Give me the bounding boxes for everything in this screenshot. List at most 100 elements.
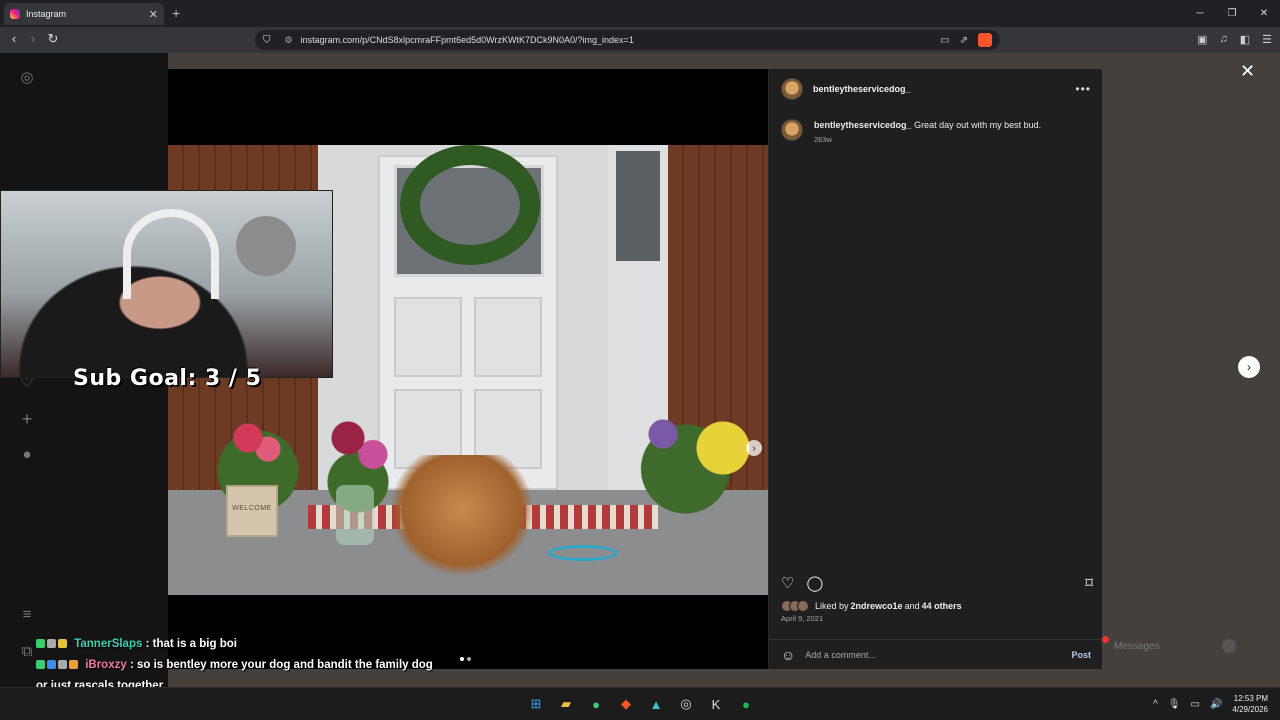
microphone — [236, 216, 296, 276]
chat-message: TannerSlaps : that is a big boi — [36, 634, 436, 655]
new-tab-button[interactable]: + — [172, 5, 180, 21]
like-icon[interactable]: ♡ — [781, 574, 794, 592]
liked-by-mid: and — [904, 601, 920, 611]
system-tray: ^ 🎙 ▭ 🔊 12:53 PM 4/29/2026 — [1153, 693, 1268, 715]
network-icon[interactable]: ▭ — [1191, 699, 1200, 710]
media-icon[interactable]: ♫ — [1219, 33, 1227, 46]
notification-dot — [1102, 636, 1109, 643]
caption-username[interactable]: bentleytheservicedog_ — [814, 120, 912, 130]
brave-browser-icon[interactable]: ◆ — [617, 695, 635, 713]
chat-text: that is a big boi — [152, 638, 237, 650]
carousel-next-icon[interactable]: › — [746, 440, 762, 456]
taskbar-apps: ⊞ ▰ ● ◆ ▲ ◎ K ● — [527, 695, 755, 713]
welcome-planter: WELCOME — [226, 485, 278, 537]
leash — [548, 545, 618, 561]
minimize-button[interactable]: ─ — [1184, 0, 1216, 27]
caption: bentleytheservicedog_ Great day out with… — [781, 119, 1041, 146]
sub-goal-text: Sub Goal: 3 / 5 — [73, 366, 262, 391]
daffodils — [618, 385, 768, 525]
liker-avatars — [781, 600, 809, 612]
forward-icon[interactable]: › — [24, 31, 42, 46]
mic-icon[interactable]: 🎙 — [1168, 699, 1181, 710]
post-date: April 9, 2021 — [781, 614, 824, 623]
browser-toolbar: ‹ › ↻ ⛉ ⚙ instagram.com/p/CNdS8xlpcmraFF… — [0, 27, 1280, 53]
comment-bar: ☺ Add a comment... Post — [769, 639, 1103, 669]
clock-time: 12:53 PM — [1233, 694, 1268, 703]
address-bar[interactable]: ⛉ ⚙ instagram.com/p/CNdS8xlpcmraFFpmt6ed… — [255, 30, 1000, 50]
post-side-panel: bentleytheservicedog_ ••• bentleytheserv… — [768, 69, 1103, 669]
sidebar-toggle-icon[interactable]: ◧ — [1240, 33, 1250, 46]
webcam-overlay — [0, 190, 333, 378]
restore-button[interactable]: ❐ — [1216, 0, 1248, 27]
liked-by-others[interactable]: 44 others — [922, 601, 962, 611]
headphones — [123, 209, 219, 299]
apps-icon[interactable]: ⧉ — [18, 643, 36, 661]
spotify-icon[interactable]: ● — [737, 695, 755, 713]
clock-date: 4/29/2026 — [1232, 705, 1268, 714]
caption-age: 263w — [814, 135, 832, 144]
chat-username: iBroxzy — [85, 659, 127, 671]
wreath — [400, 145, 540, 265]
tray-chevron-icon[interactable]: ^ — [1153, 699, 1158, 710]
toolbar-right: ▣ ♫ ◧ ☰ — [1197, 33, 1272, 46]
clock[interactable]: 12:53 PM 4/29/2026 — [1232, 693, 1268, 715]
messages-avatar — [1222, 639, 1236, 653]
chat-badges — [36, 660, 78, 670]
comment-input[interactable]: Add a comment... — [805, 650, 876, 660]
chat-sep: : — [142, 638, 153, 650]
close-icon[interactable]: ✕ — [1240, 61, 1255, 82]
save-icon[interactable]: ⌑ — [1085, 574, 1093, 592]
obs-icon[interactable]: ◎ — [677, 695, 695, 713]
chat-username: TannerSlaps — [74, 638, 143, 650]
wallet-icon[interactable]: ▣ — [1197, 33, 1207, 46]
app-blue-icon[interactable]: ▲ — [647, 695, 665, 713]
share-icon[interactable]: ⇗ — [960, 35, 968, 46]
post-actions: ♡ ◯ ⌑ — [781, 573, 1093, 593]
door-panel — [394, 297, 462, 377]
post-header: bentleytheservicedog_ ••• — [769, 69, 1103, 109]
site-info-icon[interactable]: ⚙ — [285, 35, 293, 46]
more-options-icon[interactable]: ••• — [1075, 82, 1091, 96]
window-controls: ─ ❐ ✕ — [1184, 0, 1280, 27]
caption-avatar[interactable] — [781, 119, 803, 141]
app-green-icon[interactable]: ● — [587, 695, 605, 713]
bookmark-icon[interactable]: ⛉ — [263, 35, 271, 46]
url-text[interactable]: instagram.com/p/CNdS8xlpcmraFFpmt6ed5d0W… — [301, 35, 634, 45]
create-icon[interactable]: + — [18, 409, 36, 429]
messages-label: Messages — [1114, 640, 1160, 652]
profile-avatar-icon[interactable]: ● — [18, 446, 36, 464]
tab-title: Instagram — [26, 9, 67, 19]
messages-button[interactable]: Messages — [1102, 630, 1250, 662]
app-k-icon[interactable]: K — [707, 695, 725, 713]
liked-by-user[interactable]: 2ndrewco1e — [851, 601, 903, 611]
likes-summary: Liked by 2ndrewco1e and 44 others — [781, 600, 962, 612]
file-explorer-icon[interactable]: ▰ — [557, 695, 575, 713]
browser-tab-bar: Instagram ✕ + ─ ❐ ✕ — [0, 0, 1280, 27]
post-username[interactable]: bentleytheservicedog_ — [813, 84, 911, 94]
golden-retriever — [392, 455, 532, 575]
instagram-favicon-icon — [10, 9, 20, 19]
carousel-dots — [460, 657, 471, 661]
avatar[interactable] — [781, 78, 803, 100]
more-menu-icon[interactable]: ≡ — [18, 606, 36, 624]
emoji-icon[interactable]: ☺ — [781, 647, 795, 663]
liked-by-prefix: Liked by — [815, 601, 849, 611]
start-icon[interactable]: ⊞ — [527, 695, 545, 713]
tab-close-icon[interactable]: ✕ — [149, 8, 158, 21]
windows-taskbar: ⊞ ▰ ● ◆ ▲ ◎ K ● ^ 🎙 ▭ 🔊 12:53 PM 4/29/20… — [0, 687, 1280, 720]
cast-icon[interactable]: ▭ — [940, 35, 949, 46]
tab-instagram[interactable]: Instagram ✕ — [4, 3, 164, 25]
comment-icon[interactable]: ◯ — [806, 574, 823, 592]
brave-shields-icon[interactable] — [978, 33, 992, 47]
back-icon[interactable]: ‹ — [5, 31, 23, 46]
volume-icon[interactable]: 🔊 — [1210, 699, 1222, 710]
close-window-button[interactable]: ✕ — [1248, 0, 1280, 27]
chat-badges — [36, 639, 67, 649]
instagram-logo-icon[interactable]: ◎ — [18, 68, 36, 86]
post-comment-button[interactable]: Post — [1071, 650, 1091, 660]
address-bar-actions: ▭ ⇗ — [940, 33, 992, 47]
glass-vase — [336, 485, 374, 545]
next-post-icon[interactable]: › — [1238, 356, 1260, 378]
menu-icon[interactable]: ☰ — [1262, 33, 1272, 46]
reload-icon[interactable]: ↻ — [44, 31, 62, 47]
